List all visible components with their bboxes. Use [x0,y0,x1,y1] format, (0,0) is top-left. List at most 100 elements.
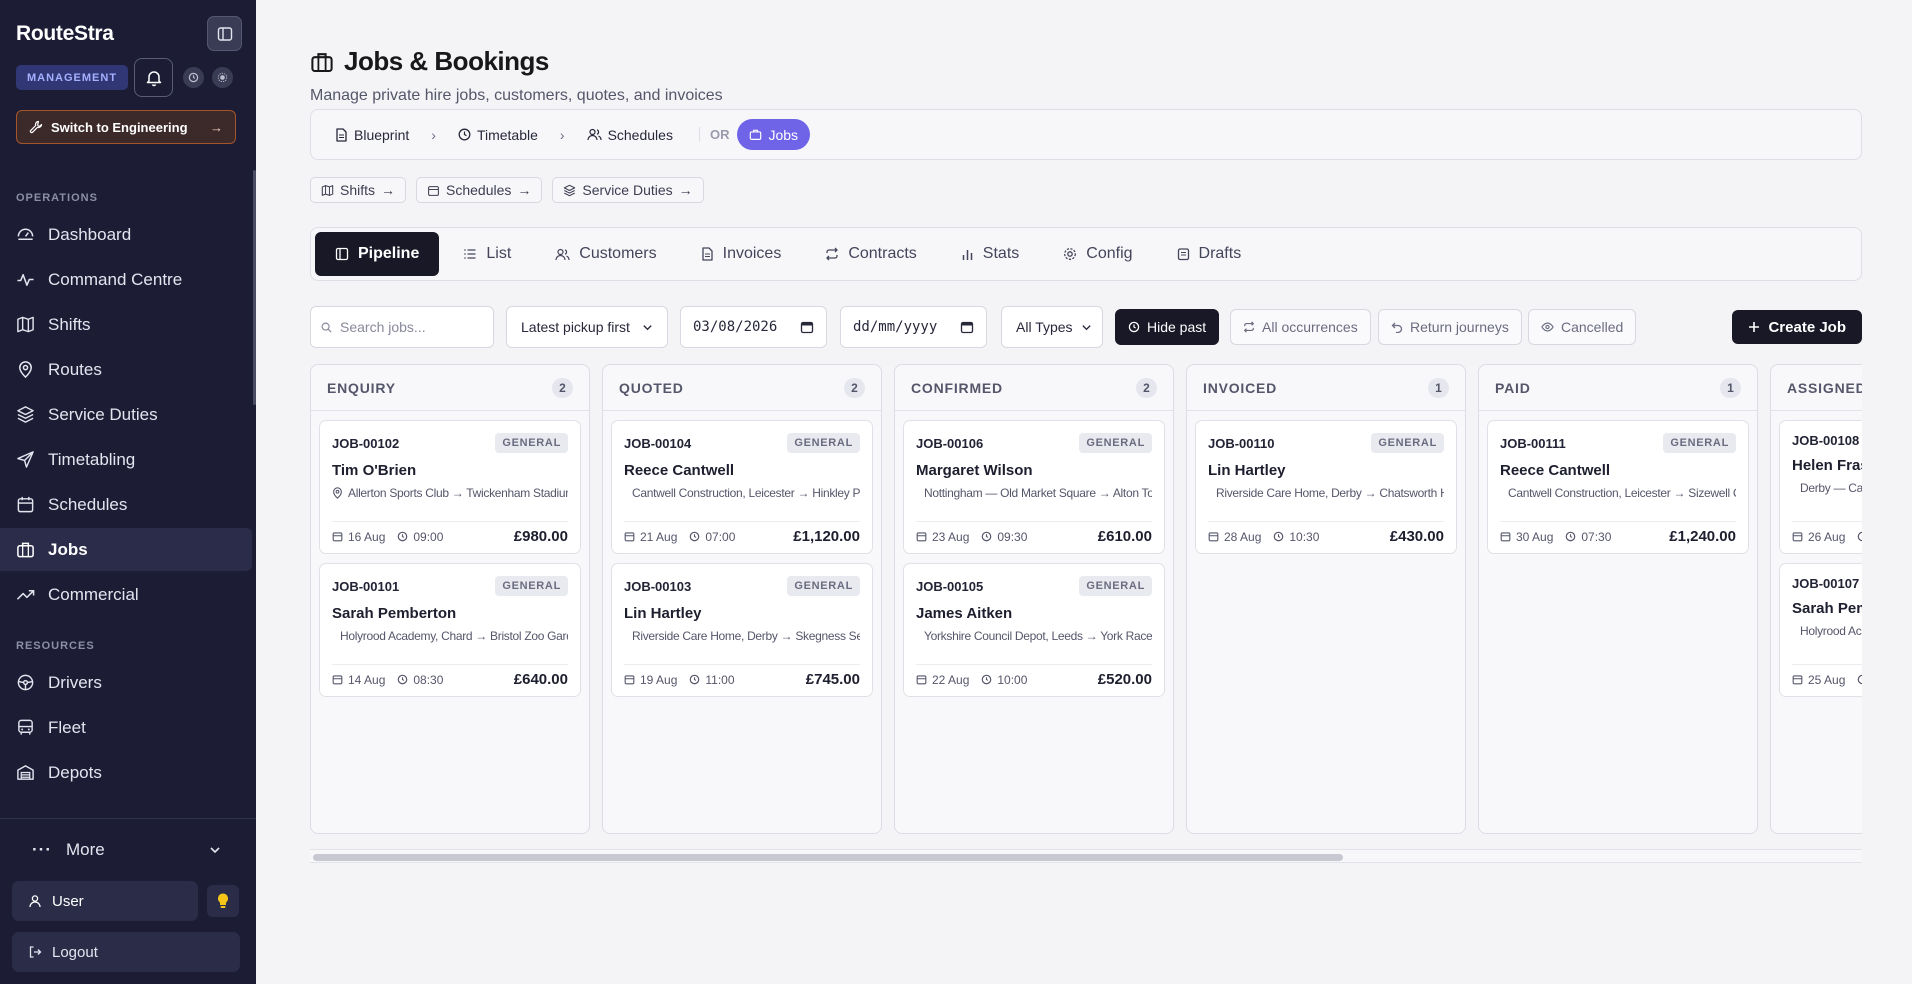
job-card-footer: 14 Aug 08:30 £640.00 [332,664,568,694]
more-menu-toggle[interactable]: ··· More [32,840,222,860]
nav-routes[interactable]: Routes [0,348,252,391]
tab-list[interactable]: List [443,232,531,276]
arrow-right-icon: → [517,182,532,198]
route-text: Yorkshire Council Depot, Leeds → York Ra… [924,629,1152,643]
hide-past-toggle[interactable]: Hide past [1115,309,1220,345]
nav-dashboard[interactable]: Dashboard [0,213,252,256]
route-text: Allerton Sports Club → Twickenham Stadiu… [348,486,568,500]
date-from-input[interactable]: 03/08/2026 [680,306,827,348]
tips-button[interactable] [207,885,239,917]
flow-step-schedules[interactable]: Schedules [586,127,673,143]
column-status: ASSIGNED [1787,379,1862,396]
job-card[interactable]: JOB-00103 GENERAL Lin Hartley Riverside Car… [611,563,873,697]
clock-status-button[interactable] [183,67,204,88]
job-type-badge: GENERAL [787,576,860,596]
tab-config[interactable]: Config [1043,232,1152,276]
clock-icon [690,674,700,685]
nav-command-centre[interactable]: Command Centre [0,258,252,301]
job-card[interactable]: JOB-00101 GENERAL Sarah Pemberton Holyrood … [319,563,581,697]
arrow-right-icon: → [210,119,223,135]
clock-icon [982,531,992,542]
logout-button[interactable]: Logout [12,932,240,972]
switch-to-engineering-button[interactable]: Switch to Engineering → [16,110,236,144]
column-header: ASSIGNED [1771,365,1862,411]
job-card[interactable]: JOB-00107 Sarah Pemb Holyrood Aca 25 Aug [1779,563,1862,697]
nav-jobs[interactable]: Jobs [0,528,252,571]
calendar-icon [332,675,343,685]
create-job-button[interactable]: Create Job [1732,310,1862,344]
cancelled-toggle[interactable]: Cancelled [1528,309,1637,345]
tab-invoices[interactable]: Invoices [681,232,802,276]
job-type-badge: GENERAL [495,433,568,453]
job-card[interactable]: JOB-00104 GENERAL Reece Cantwell Cantwell C… [611,420,873,554]
nav-service-duties[interactable]: Service Duties [0,393,252,436]
nav-shifts[interactable]: Shifts [0,303,252,346]
nav-timetabling[interactable]: Timetabling [0,438,252,481]
job-price: £610.00 [1097,528,1152,545]
all-occurrences-toggle[interactable]: All occurrences [1230,309,1371,345]
tab-pipeline[interactable]: Pipeline [315,232,440,276]
date-to-input[interactable]: dd/mm/yyyy [840,306,987,348]
nav-commercial[interactable]: Commercial [0,573,252,616]
tab-customers[interactable]: Customers [535,232,676,276]
filter-bar: Search jobs... Latest pickup first 03/08… [310,306,1862,348]
tab-contracts[interactable]: Contracts [805,232,936,276]
pipeline-column-confirmed: CONFIRMED 2 JOB-00106 GENERAL Margaret Wilso… [894,364,1174,834]
notifications-button[interactable] [134,58,173,97]
job-card[interactable]: JOB-00111 GENERAL Reece Cantwell Cantwell C… [1487,420,1749,554]
job-id: JOB-00110 [1208,435,1275,451]
theme-toggle-button[interactable] [212,67,233,88]
pickup-date: 30 Aug [1516,529,1554,544]
search-icon [321,322,332,333]
tab-stats[interactable]: Stats [941,232,1039,276]
sidebar-scrollbar[interactable] [253,170,256,405]
search-input[interactable]: Search jobs... [310,306,494,348]
job-card-header: JOB-00106 GENERAL [916,433,1152,453]
job-card[interactable]: JOB-00110 GENERAL Lin Hartley Riverside Car… [1195,420,1457,554]
sort-select[interactable]: Latest pickup first [506,306,668,348]
flow-jobs-pill[interactable]: Jobs [737,119,811,150]
page-title-text: Jobs & Bookings [344,46,549,76]
collapse-sidebar-button[interactable] [207,16,242,51]
repeat-icon [826,247,839,261]
job-id: JOB-00103 [624,578,692,594]
nav-schedules[interactable]: Schedules [0,483,252,526]
date-from-value: 03/08/2026 [693,319,778,335]
chevron-down-icon [643,324,652,330]
return-journeys-label: Return journeys [1410,319,1509,335]
quick-link-schedules[interactable]: Schedules → [416,177,543,203]
board-horizontal-scrollbar[interactable] [310,849,1862,863]
quick-link-service-duties[interactable]: Service Duties → [552,177,704,203]
job-type-badge: GENERAL [787,433,860,453]
job-card[interactable]: JOB-00105 GENERAL James Aitken Yorkshire Co… [903,563,1165,697]
type-select[interactable]: All Types [1001,306,1103,348]
job-type-badge: GENERAL [495,576,568,596]
column-header: ENQUIRY 2 [311,365,589,411]
arrow-right-icon: → [381,182,396,198]
workflow-breadcrumb: Blueprint › Timetable › Schedules OR Job… [310,109,1862,160]
job-card[interactable]: JOB-00108 Helen Fraser Derby — Cathedral 26… [1779,420,1862,554]
column-count-badge: 1 [1720,377,1741,398]
users-icon [555,248,570,260]
job-card[interactable]: JOB-00102 GENERAL Tim O'Brien Allerton Spor… [319,420,581,554]
cancelled-label: Cancelled [1561,319,1624,335]
tab-drafts[interactable]: Drafts [1157,232,1262,276]
flow-step-blueprint[interactable]: Blueprint [335,127,409,143]
calendar-icon [800,321,814,334]
scrollbar-thumb[interactable] [313,854,1343,861]
nav-label: Fleet [48,717,86,737]
nav-fleet[interactable]: Fleet [0,706,252,749]
job-card[interactable]: JOB-00106 GENERAL Margaret Wilson Nottingha… [903,420,1165,554]
job-type-badge: GENERAL [1079,576,1152,596]
nav-depots[interactable]: Depots [0,751,252,794]
quick-link-shifts[interactable]: Shifts → [310,177,407,203]
nav-drivers[interactable]: Drivers [0,661,252,704]
job-type-badge: GENERAL [1371,433,1444,453]
user-menu-button[interactable]: User [12,881,198,921]
job-route: Holyrood Academy, Chard → Bristol Zoo Ga… [332,629,568,643]
pickup-date: 16 Aug [348,529,386,544]
return-journeys-toggle[interactable]: Return journeys [1378,309,1522,345]
flow-step-timetable[interactable]: Timetable [458,127,538,143]
column-header: CONFIRMED 2 [895,365,1173,411]
eye-icon [1541,322,1554,332]
